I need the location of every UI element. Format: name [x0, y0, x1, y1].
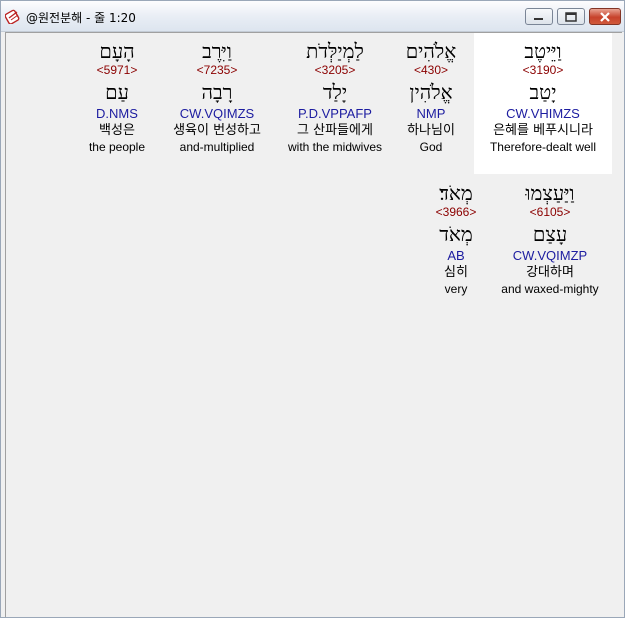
english-gloss: Therefore-dealt well [489, 140, 597, 154]
korean-gloss: 은혜를 베푸시니라 [493, 123, 593, 138]
strong-number[interactable]: <6105> [490, 205, 610, 220]
hebrew-word: וַיֵּיטֶב [524, 39, 562, 63]
hebrew-word: וַיַּעַצְמוּ [525, 181, 575, 205]
english-gloss: and waxed-mighty [501, 282, 599, 296]
close-button[interactable] [589, 8, 621, 25]
strong-number[interactable]: <430> [392, 63, 470, 78]
hebrew-lemma: אֱלֹהִין [409, 80, 453, 104]
word-column[interactable]: הָעָם <5971> עַם D.NMS 백성은 the people [80, 39, 154, 155]
app-window: @원전분해 - 줄 1:20 וַיֵּיטֶב <3190> יָטַב CW… [0, 0, 625, 618]
maximize-button[interactable] [557, 8, 585, 25]
english-gloss: the people [88, 140, 146, 154]
window-title: @원전분해 - 줄 1:20 [26, 11, 136, 25]
english-gloss: very [444, 282, 468, 296]
word-column[interactable]: מְאֹד׃ <3966> מְאֹד AB 심히 very [420, 181, 492, 297]
hebrew-word: הָעָם [99, 39, 135, 63]
hebrew-word: וַיִּרֶב [202, 39, 232, 63]
parsing-code: CW.VHIMZS [506, 106, 580, 121]
strong-number[interactable]: <3190> [474, 63, 612, 78]
strong-number[interactable]: <3205> [280, 63, 390, 78]
maximize-icon [565, 11, 577, 22]
word-column[interactable]: וַיַּעַצְמוּ <6105> עָצַם CW.VQIMZP 강대하며… [490, 181, 610, 297]
title-bar[interactable]: @원전분해 - 줄 1:20 [1, 1, 624, 32]
korean-gloss: 강대하며 [526, 265, 574, 280]
korean-gloss: 그 산파들에게 [297, 123, 373, 138]
strong-number[interactable]: <7235> [158, 63, 276, 78]
hebrew-word: לַמְיַלְּדֹת [306, 39, 364, 63]
hebrew-lemma: יָטַב [529, 80, 557, 104]
parsing-code: NMP [416, 106, 446, 121]
parsing-code: P.D.VPPAFP [298, 106, 372, 121]
parsing-code: AB [447, 248, 465, 263]
hebrew-word: מְאֹד׃ [439, 181, 473, 205]
parsing-code: CW.VQIMZP [512, 248, 588, 263]
strong-number[interactable]: <3966> [420, 205, 492, 220]
minimize-icon [534, 17, 543, 20]
word-column[interactable]: וַיֵּיטֶב <3190> יָטַב CW.VHIMZS 은혜를 베푸시… [474, 39, 612, 155]
hebrew-lemma: רָבָה [201, 80, 233, 104]
word-column[interactable]: לַמְיַלְּדֹת <3205> יָלַד P.D.VPPAFP 그 산… [280, 39, 390, 155]
analysis-panel: וַיֵּיטֶב <3190> יָטַב CW.VHIMZS 은혜를 베푸시… [5, 32, 622, 617]
parsing-code: CW.VQIMZS [179, 106, 255, 121]
word-column[interactable]: אֱלֹהִים <430> אֱלֹהִין NMP 하나님이 God [392, 39, 470, 155]
english-gloss: with the midwives [287, 140, 383, 154]
hebrew-lemma: מְאֹד [439, 222, 473, 246]
korean-gloss: 하나님이 [407, 123, 455, 138]
korean-gloss: 심히 [444, 265, 468, 280]
english-gloss: and-multiplied [179, 140, 255, 154]
korean-gloss: 백성은 [99, 123, 135, 138]
hebrew-lemma: עַם [105, 80, 129, 104]
minimize-button[interactable] [525, 8, 553, 25]
word-column[interactable]: וַיִּרֶב <7235> רָבָה CW.VQIMZS 생육이 번성하고… [158, 39, 276, 155]
hebrew-lemma: עָצַם [532, 222, 568, 246]
close-icon [600, 11, 610, 22]
strong-number[interactable]: <5971> [80, 63, 154, 78]
hebrew-word: אֱלֹהִים [405, 39, 457, 63]
korean-gloss: 생육이 번성하고 [173, 123, 261, 138]
english-gloss: God [419, 140, 443, 154]
hebrew-lemma: יָלַד [322, 80, 348, 104]
app-icon [5, 9, 20, 24]
parsing-code: D.NMS [96, 106, 138, 121]
